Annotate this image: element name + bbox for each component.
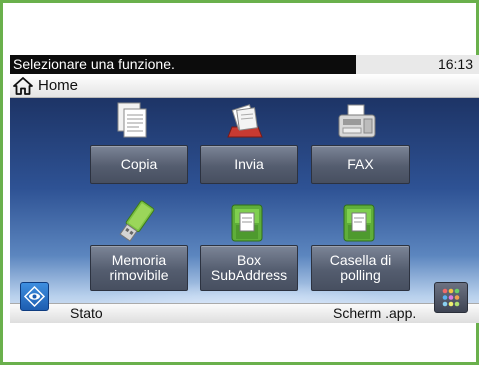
- copy-button-label: Copia: [120, 156, 158, 172]
- polling-box-label-line1: Casella di: [329, 252, 392, 268]
- eye-icon: [23, 285, 46, 308]
- app-screen-button[interactable]: [434, 282, 468, 313]
- copy-button[interactable]: Copia: [90, 145, 188, 184]
- box-subaddress-label-line2: SubAddress: [210, 267, 288, 283]
- box-subaddress-button[interactable]: Box SubAddress: [200, 245, 298, 291]
- send-documents-icon: [227, 104, 263, 138]
- home-bar[interactable]: Home: [10, 74, 479, 98]
- home-label: Home: [38, 77, 79, 94]
- bottom-bar: Stato Scherm .app.: [10, 303, 479, 323]
- fax-button-label: FAX: [347, 156, 374, 172]
- polling-box-button[interactable]: Casella di polling: [311, 245, 410, 291]
- status-bar: Selezionare una funzione. 16:13: [10, 55, 479, 74]
- fax-button[interactable]: FAX: [311, 145, 410, 184]
- apps-grid-icon: [442, 288, 460, 307]
- status-message: Selezionare una funzione.: [10, 55, 356, 74]
- removable-memory-label-line2: rimovibile: [109, 267, 169, 283]
- polling-box-label-line2: polling: [340, 267, 381, 283]
- home-icon: [13, 77, 33, 95]
- box-subaddress-label-line1: Box: [236, 252, 262, 268]
- usb-drive-icon: [119, 200, 155, 242]
- polling-box-icon: [343, 204, 375, 242]
- clock: 16:13: [356, 55, 479, 74]
- send-button[interactable]: Invia: [200, 145, 298, 184]
- status-button[interactable]: [20, 282, 49, 311]
- removable-memory-label-line1: Memoria: [111, 252, 167, 268]
- status-label[interactable]: Stato: [70, 304, 103, 323]
- documents-icon: [117, 102, 147, 138]
- document-box-icon: [231, 204, 263, 242]
- app-screen-label[interactable]: Scherm .app.: [333, 304, 416, 323]
- send-button-label: Invia: [234, 156, 264, 172]
- touch-panel-screen: Selezionare una funzione. 16:13 Home Cop…: [10, 55, 479, 323]
- removable-memory-button[interactable]: Memoria rimovibile: [90, 245, 188, 291]
- fax-machine-icon: [338, 104, 376, 138]
- device-frame: Selezionare una funzione. 16:13 Home Cop…: [0, 0, 479, 365]
